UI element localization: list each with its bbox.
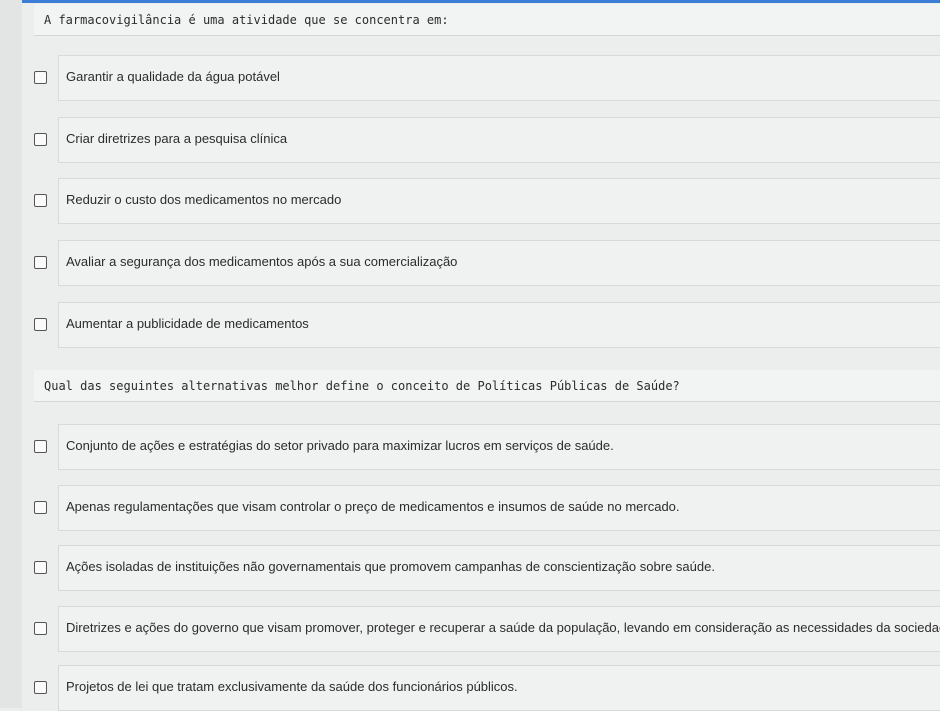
checkbox[interactable] [34,194,47,207]
checkbox[interactable] [34,256,47,269]
q2-option-1[interactable]: Conjunto de ações e estratégias do setor… [34,424,940,470]
q1-option-1[interactable]: Garantir a qualidade da água potável [34,55,940,101]
checkbox[interactable] [34,133,47,146]
option-label: Garantir a qualidade da água potável [66,69,280,84]
q2-option-2[interactable]: Apenas regulamentações que visam control… [34,485,940,531]
option-label: Aumentar a publicidade de medicamentos [66,316,309,331]
q1-option-4[interactable]: Avaliar a segurança dos medicamentos apó… [34,240,940,286]
option-label: Projetos de lei que tratam exclusivament… [66,679,518,694]
checkbox[interactable] [34,318,47,331]
option-label: Avaliar a segurança dos medicamentos apó… [66,254,458,269]
q2-option-3[interactable]: Ações isoladas de instituições não gover… [34,545,940,591]
option-label: Criar diretrizes para a pesquisa clínica [66,131,288,146]
checkbox[interactable] [34,622,47,635]
option-label: Diretrizes e ações do governo que visam … [66,620,940,635]
q1-option-3[interactable]: Reduzir o custo dos medicamentos no merc… [34,178,940,224]
checkbox[interactable] [34,440,47,453]
checkbox[interactable] [34,561,47,574]
question-1-text: A farmacovigilância é uma atividade que … [34,4,940,36]
option-label: Ações isoladas de instituições não gover… [66,559,715,574]
question-2-text: Qual das seguintes alternativas melhor d… [34,370,940,402]
option-label: Reduzir o custo dos medicamentos no merc… [66,192,342,207]
checkbox[interactable] [34,71,47,84]
q2-option-4[interactable]: Diretrizes e ações do governo que visam … [34,606,940,652]
option-label: Conjunto de ações e estratégias do setor… [66,438,614,453]
top-accent-bar [0,0,940,3]
q2-option-5[interactable]: Projetos de lei que tratam exclusivament… [34,665,940,711]
left-margin [0,0,22,708]
option-label: Apenas regulamentações que visam control… [66,499,680,514]
q1-option-5[interactable]: Aumentar a publicidade de medicamentos [34,302,940,348]
checkbox[interactable] [34,501,47,514]
q1-option-2[interactable]: Criar diretrizes para a pesquisa clínica [34,117,940,163]
checkbox[interactable] [34,681,47,694]
